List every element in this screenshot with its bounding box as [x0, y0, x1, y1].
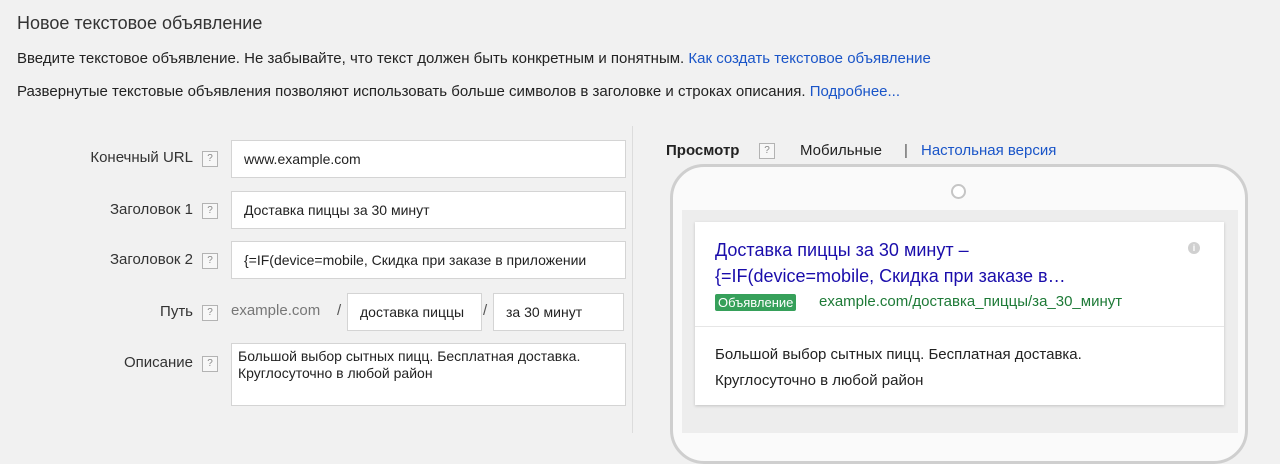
intro-text-1: Введите текстовое объявление. Не забывай… — [17, 50, 931, 67]
description-line-2: Круглосуточно в любой район — [238, 365, 433, 381]
ad-preview-divider — [695, 326, 1224, 327]
how-to-create-ad-link[interactable]: Как создать текстовое объявление — [688, 50, 930, 67]
intro-text-2-main: Развернутые текстовые объявления позволя… — [17, 83, 806, 100]
final-url-input[interactable]: www.example.com — [231, 140, 626, 178]
headline1-label: Заголовок 1 — [109, 201, 193, 218]
headline2-input[interactable]: {=IF(device=mobile, Скидка при заказе в … — [231, 241, 626, 279]
preview-tab-mobile[interactable]: Мобильные — [800, 142, 882, 159]
phone-camera-icon — [951, 184, 966, 199]
learn-more-link[interactable]: Подробнее... — [810, 83, 900, 100]
preview-title: Просмотр — [666, 142, 740, 159]
description-textarea[interactable]: Большой выбор сытных пицц. Бесплатная до… — [231, 343, 626, 406]
ad-preview-headline-line-2: {=IF(device=mobile, Скидка при заказе в… — [715, 266, 1066, 286]
ad-preview-display-url: example.com/доставка_пиццы/за_30_минут — [819, 293, 1123, 310]
description-line-1: Большой выбор сытных пицц. Бесплатная до… — [238, 348, 581, 364]
headline1-input[interactable]: Доставка пиццы за 30 минут — [231, 191, 626, 229]
path-separator-1: / — [337, 302, 342, 319]
preview-help-icon[interactable]: ? — [759, 143, 775, 159]
intro-text-1-main: Введите текстовое объявление. Не забывай… — [17, 50, 685, 67]
preview-tab-desktop[interactable]: Настольная версия — [921, 142, 1056, 159]
column-divider — [632, 126, 633, 433]
final-url-label: Конечный URL — [90, 149, 193, 166]
ad-preview-description-line-2: Круглосуточно в любой район — [715, 372, 924, 389]
path-separator-2: / — [483, 302, 488, 319]
path-label: Путь — [160, 303, 193, 320]
page-title: Новое текстовое объявление — [17, 13, 263, 33]
headline2-help-icon[interactable]: ? — [202, 253, 218, 269]
preview-tab-separator: | — [904, 142, 908, 159]
info-icon[interactable]: i — [1188, 242, 1200, 254]
description-help-icon[interactable]: ? — [202, 356, 218, 372]
path-help-icon[interactable]: ? — [202, 305, 218, 321]
description-label: Описание — [123, 354, 193, 371]
ad-badge: Объявление — [715, 294, 797, 311]
headline2-label: Заголовок 2 — [109, 251, 193, 268]
path-domain: example.com — [231, 302, 321, 319]
path2-input[interactable]: за 30 минут — [493, 293, 624, 331]
final-url-help-icon[interactable]: ? — [202, 151, 218, 167]
intro-text-2: Развернутые текстовые объявления позволя… — [17, 83, 900, 100]
path1-input[interactable]: доставка пиццы — [347, 293, 482, 331]
ad-preview-description-line-1: Большой выбор сытных пицц. Бесплатная до… — [715, 346, 1082, 363]
ad-preview-headline-line-1: Доставка пиццы за 30 минут – — [715, 240, 969, 260]
headline1-help-icon[interactable]: ? — [202, 203, 218, 219]
